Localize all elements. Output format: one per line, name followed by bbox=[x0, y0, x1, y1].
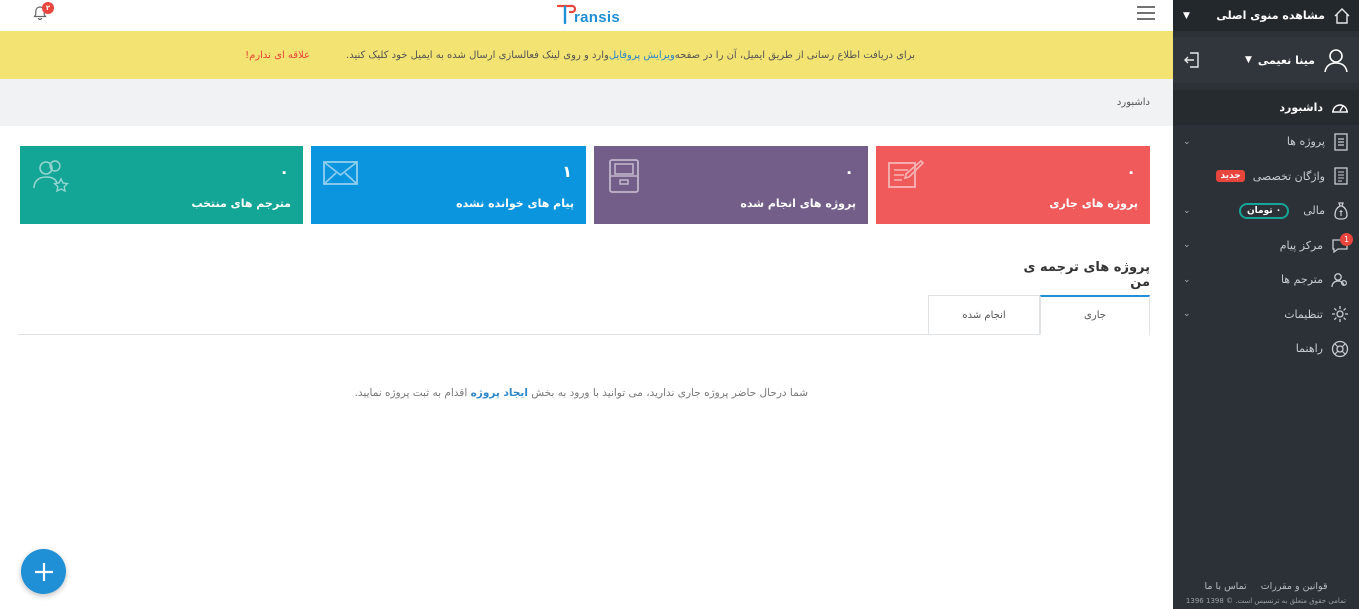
sidebar-item-label: مرکز پیام bbox=[1279, 238, 1323, 252]
sidebar-item-messages[interactable]: 1 مرکز پیام ⌄ bbox=[1173, 228, 1359, 263]
hamburger-menu-icon[interactable] bbox=[1136, 5, 1156, 24]
breadcrumb-dashboard: داشبورد bbox=[1116, 97, 1150, 108]
top-bar: ۲ ransis bbox=[0, 0, 1173, 31]
chevron-down-icon: ⌄ bbox=[1183, 309, 1191, 320]
tab-completed[interactable]: انجام شده bbox=[928, 295, 1040, 335]
sidebar: مشاهده منوی اصلی ▼ مینا نعیمی ▼ داشبورد … bbox=[1173, 0, 1359, 609]
user-profile[interactable]: مینا نعیمی ▼ bbox=[1173, 31, 1359, 83]
tile-value: ۰ bbox=[844, 162, 854, 181]
mail-icon bbox=[323, 158, 359, 191]
sidebar-item-label: واژگان تخصصی bbox=[1252, 169, 1325, 183]
alert-text-after: وارد و روی لینک فعالسازی ارسال شده به ای… bbox=[346, 49, 609, 61]
glossary-icon bbox=[1333, 167, 1349, 185]
brand-name: ransis bbox=[574, 9, 620, 26]
dashboard-gauge-icon bbox=[1331, 99, 1349, 115]
balance-badge: ۰ تومان bbox=[1238, 202, 1290, 219]
tile-label: پروژه های انجام شده bbox=[740, 197, 856, 210]
tile-label: پیام های خوانده نشده bbox=[456, 197, 574, 210]
user-dropdown-chevron-icon[interactable]: ▼ bbox=[1245, 55, 1252, 65]
sidebar-item-settings[interactable]: تنظیمات ⌄ bbox=[1173, 297, 1359, 332]
sidebar-item-finance[interactable]: مالی ۰ تومان ⌄ bbox=[1173, 194, 1359, 229]
logo-mark-icon bbox=[556, 4, 576, 25]
tile-unread-messages[interactable]: ۱ پیام های خوانده نشده bbox=[311, 146, 586, 224]
edit-profile-link[interactable]: ویرایش پروفایل bbox=[609, 50, 675, 61]
users-icon bbox=[1331, 272, 1349, 288]
main-menu-label: مشاهده منوی اصلی bbox=[1216, 9, 1325, 22]
alert-text-before: برای دریافت اطلاع رسانی از طریق ایمیل، آ… bbox=[674, 49, 915, 61]
sidebar-item-label: تنظیمات bbox=[1284, 307, 1323, 321]
message-count-badge: 1 bbox=[1340, 233, 1353, 246]
sidebar-footer: قوانین و مقررات تماس با ما تمامی حقوق مت… bbox=[1173, 573, 1359, 609]
tile-value: ۰ bbox=[279, 162, 289, 181]
money-bag-icon bbox=[1333, 202, 1349, 220]
edit-icon bbox=[888, 158, 925, 193]
copyright-text: تمامی حقوق متعلق به ترنسیس است. © 1398 1… bbox=[1185, 597, 1347, 605]
sidebar-item-glossary[interactable]: واژگان تخصصی جدید bbox=[1173, 159, 1359, 194]
empty-text-before: شما درحال حاضر پروژه جاری ندارید، می توا… bbox=[527, 387, 808, 399]
not-interested-link[interactable]: علاقه ای ندارم! bbox=[245, 50, 310, 61]
contact-link[interactable]: تماس با ما bbox=[1205, 581, 1247, 592]
sidebar-item-help[interactable]: راهنما bbox=[1173, 332, 1359, 367]
rules-link[interactable]: قوانین و مقررات bbox=[1261, 581, 1328, 592]
tile-favorite-translators[interactable]: ۰ مترجم های منتخب bbox=[20, 146, 303, 224]
chevron-down-icon: ⌄ bbox=[1183, 240, 1191, 251]
chevron-down-icon: ▼ bbox=[1183, 10, 1190, 21]
sidebar-item-label: مالی bbox=[1303, 204, 1325, 218]
sidebar-item-projects[interactable]: پروژه ها ⌄ bbox=[1173, 125, 1359, 160]
sidebar-item-label: داشبورد bbox=[1279, 100, 1323, 114]
archive-icon bbox=[606, 158, 642, 197]
users-star-icon bbox=[32, 158, 70, 197]
empty-projects-message: شما درحال حاضر پروژه جاری ندارید، می توا… bbox=[300, 387, 808, 399]
chevron-down-icon: ⌄ bbox=[1183, 274, 1191, 285]
chevron-down-icon: ⌄ bbox=[1183, 136, 1191, 147]
tab-current[interactable]: جاری bbox=[1040, 295, 1150, 335]
plus-icon bbox=[34, 562, 53, 581]
tile-value: ۱ bbox=[562, 162, 572, 181]
logout-icon[interactable] bbox=[1183, 51, 1201, 69]
add-project-button[interactable] bbox=[21, 549, 66, 594]
sidebar-item-dashboard[interactable]: داشبورد bbox=[1173, 90, 1359, 125]
sidebar-item-label: مترجم ها bbox=[1280, 273, 1323, 287]
create-project-link[interactable]: ایجاد پروژه bbox=[471, 387, 528, 399]
new-badge: جدید bbox=[1216, 170, 1245, 183]
breadcrumb: داشبورد bbox=[0, 79, 1173, 126]
home-icon bbox=[1333, 7, 1351, 25]
transis-logo[interactable]: ransis bbox=[556, 2, 620, 26]
tile-current-projects[interactable]: ۰ پروژه های جاری bbox=[876, 146, 1150, 224]
my-projects-title: پروژه های ترجمه ی من bbox=[1023, 260, 1150, 290]
notification-count-badge: ۲ bbox=[42, 2, 54, 14]
document-icon bbox=[1333, 133, 1349, 151]
empty-text-after: اقدام به ثبت پروژه نمایید. bbox=[354, 387, 468, 399]
tile-completed-projects[interactable]: ۰ پروژه های انجام شده bbox=[594, 146, 868, 224]
tile-label: مترجم های منتخب bbox=[191, 197, 291, 210]
tile-value: ۰ bbox=[1126, 162, 1136, 181]
user-avatar-icon bbox=[1323, 47, 1349, 73]
lifebuoy-icon bbox=[1331, 340, 1349, 358]
sidebar-menu: داشبورد پروژه ها ⌄ واژگان تخصصی جدید مال… bbox=[1173, 90, 1359, 366]
user-name: مینا نعیمی bbox=[1257, 53, 1315, 67]
sidebar-item-label: راهنما bbox=[1295, 342, 1323, 356]
chevron-down-icon: ⌄ bbox=[1183, 205, 1191, 216]
main-menu-toggle[interactable]: مشاهده منوی اصلی ▼ bbox=[1173, 0, 1359, 31]
gear-icon bbox=[1331, 305, 1349, 323]
email-notification-alert: برای دریافت اطلاع رسانی از طریق ایمیل، آ… bbox=[0, 31, 1173, 79]
tile-label: پروژه های جاری bbox=[1049, 197, 1138, 210]
sidebar-item-label: پروژه ها bbox=[1286, 135, 1325, 149]
sidebar-item-translators[interactable]: مترجم ها ⌄ bbox=[1173, 263, 1359, 298]
